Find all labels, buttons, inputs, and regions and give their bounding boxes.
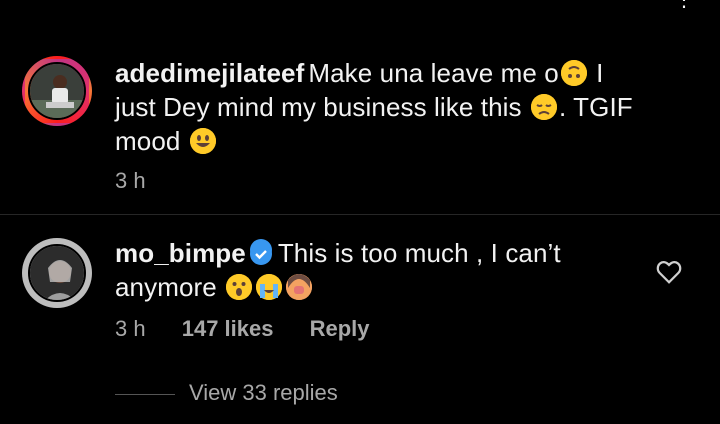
avatar[interactable] [22,238,92,308]
comment-body: Make una leave me o [308,58,559,88]
likes-count[interactable]: 147 likes [182,316,274,341]
loudly-crying-face-emoji-icon [256,274,283,300]
divider [0,214,720,215]
view-replies-button[interactable]: View 33 replies [115,380,338,406]
comment-meta: 3 h 147 likes Reply [115,316,400,342]
view-replies-label[interactable]: View 33 replies [189,380,338,405]
timestamp: 3 h [115,316,146,341]
grinning-face-emoji-icon [189,128,216,154]
astonished-face-emoji-icon [226,274,253,300]
avatar-photo [30,246,84,300]
reply-button[interactable]: Reply [310,316,370,341]
verified-badge-icon [249,239,272,265]
avatar[interactable] [22,56,92,126]
timestamp: 3 h [115,168,146,193]
comment-text: adedimejilateef Make una leave me o I jus… [115,56,645,158]
comment-meta: 3 h [115,168,176,194]
username[interactable]: adedimejilateef [115,58,304,88]
more-options-icon[interactable]: ⋮ [674,0,694,10]
comment-text: mo_bimpe This is too much , I can’t anym… [115,236,645,304]
disappointed-face-emoji-icon [530,94,557,120]
like-heart-icon[interactable] [654,256,684,286]
woman-facepalming-emoji-icon [286,274,313,300]
username[interactable]: mo_bimpe [115,238,246,268]
avatar-photo [30,64,84,118]
replies-line [115,393,175,395]
upside-down-face-emoji-icon [560,60,587,86]
